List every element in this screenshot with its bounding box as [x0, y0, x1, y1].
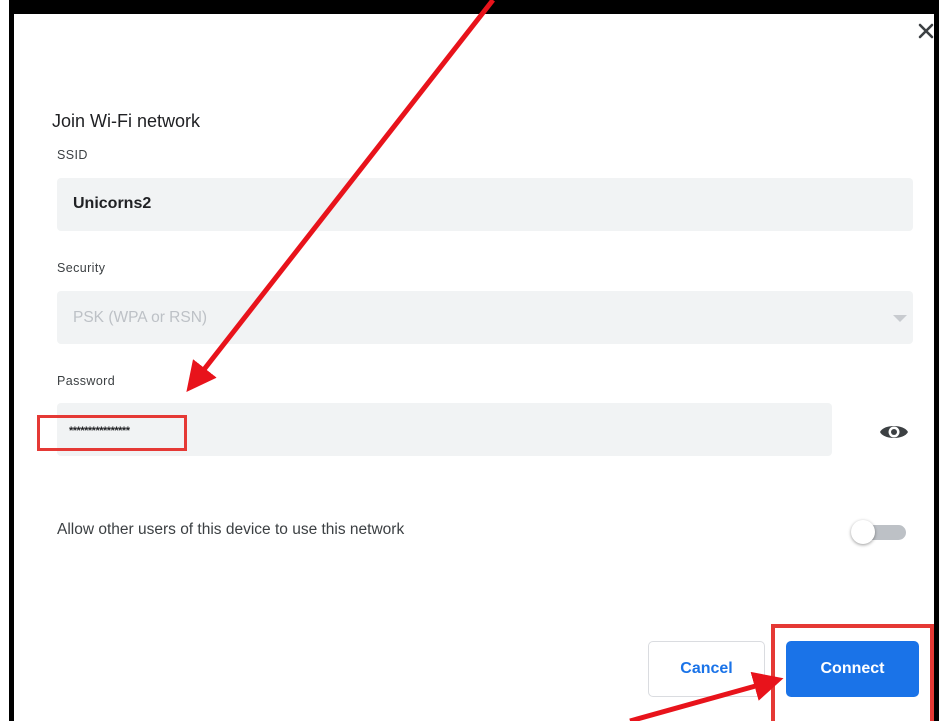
password-highlight-box [37, 415, 187, 451]
security-select[interactable]: PSK (WPA or RSN) [57, 291, 913, 344]
show-password-button[interactable] [876, 418, 912, 446]
chevron-down-icon [893, 315, 907, 322]
ssid-field[interactable]: Unicorns2 [57, 178, 913, 231]
ssid-label: SSID [57, 148, 88, 162]
share-network-toggle[interactable] [848, 520, 908, 544]
join-wifi-dialog: Join Wi-Fi network SSID Unicorns2 Securi… [14, 14, 934, 721]
ssid-value: Unicorns2 [73, 195, 152, 212]
dialog-title: Join Wi-Fi network [52, 111, 201, 131]
security-label: Security [57, 261, 106, 275]
security-value: PSK (WPA or RSN) [73, 309, 208, 326]
close-button[interactable] [909, 16, 939, 46]
cancel-button[interactable]: Cancel [648, 641, 765, 697]
window-frame-right [934, 0, 939, 721]
share-network-label: Allow other users of this device to use … [57, 521, 405, 538]
toggle-thumb [851, 520, 875, 544]
password-label: Password [57, 374, 116, 388]
screenshot-stage: Join Wi-Fi network SSID Unicorns2 Securi… [0, 0, 939, 721]
window-frame-top [9, 0, 939, 14]
close-icon [918, 23, 934, 39]
connect-highlight-box [771, 624, 934, 721]
eye-icon [880, 426, 908, 438]
